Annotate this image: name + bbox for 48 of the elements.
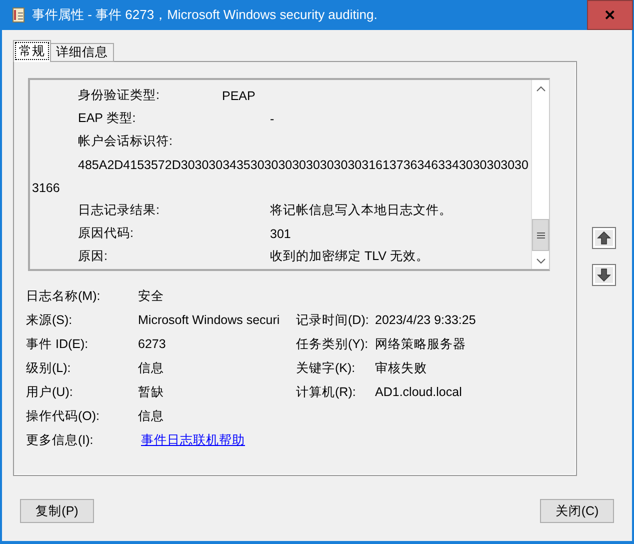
field-value: 6273	[138, 337, 167, 351]
field-label: 更多信息(I):	[26, 432, 94, 448]
close-button[interactable]: 关闭(C)	[540, 499, 614, 523]
detail-value: 301	[270, 226, 291, 240]
detail-label: 原因:	[78, 248, 108, 265]
scrollbar[interactable]	[531, 80, 549, 269]
field-label: 计算机(R):	[296, 384, 357, 400]
tab[interactable]: 常规	[13, 40, 51, 62]
field-label: 级别(L):	[26, 360, 72, 376]
down-arrow-icon	[597, 268, 611, 282]
detail-label: EAP 类型:	[78, 110, 137, 127]
detail-value: 将记帐信息写入本地日志文件。	[270, 202, 452, 219]
field-value: 审核失败	[375, 360, 428, 376]
detail-value: 收到的加密绑定 TLV 无效。	[270, 248, 429, 265]
field-value: 暂缺	[138, 384, 165, 400]
field-value: Microsoft Windows securi	[138, 313, 281, 327]
field-value: 信息	[138, 360, 165, 376]
detail-label: 日志记录结果:	[78, 202, 160, 219]
detail-value: -	[270, 112, 274, 126]
help-link[interactable]: 事件日志联机帮助	[141, 432, 245, 446]
field-label: 用户(U):	[26, 384, 74, 400]
detail-label: 原因代码:	[78, 225, 134, 242]
field-value: 网络策略服务器	[375, 336, 467, 352]
up-arrow-icon	[597, 231, 611, 245]
close-button[interactable]: ✕	[587, 0, 633, 30]
detail-value: 3166	[32, 180, 60, 194]
detail-label: 帐户会话标识符:	[78, 133, 172, 150]
field-value: AD1.cloud.local	[375, 385, 463, 399]
detail-label: 身份验证类型:	[78, 87, 160, 104]
field-value: 信息	[138, 408, 165, 424]
field-label: 操作代码(O):	[26, 408, 101, 424]
field-label: 关键字(K):	[296, 360, 356, 376]
next-button[interactable]	[592, 264, 616, 286]
field-label: 事件 ID(E):	[26, 336, 90, 352]
field-value: 2023/4/23 9:33:25	[375, 313, 477, 327]
window-title: 事件属性 - 事件 6273，Microsoft Windows security auditing.	[32, 6, 378, 24]
field-label: 来源(S):	[26, 312, 74, 328]
previous-button[interactable]	[592, 227, 616, 249]
copy-button[interactable]: 复制(P)	[20, 499, 94, 523]
field-label: 日志名称(M):	[26, 288, 102, 304]
field-label: 任务类别(Y):	[296, 336, 370, 352]
detail-value: PEAP	[222, 88, 256, 102]
scroll-thumb[interactable]	[532, 219, 549, 251]
event-log-icon	[12, 7, 26, 23]
tab[interactable]: 详细信息	[50, 43, 114, 62]
field-label: 记录时间(D):	[296, 312, 370, 328]
field-value: 安全	[138, 288, 165, 304]
detail-value: 485A2D4153572D30303034353030303030303030316137363463343030303030	[78, 158, 528, 172]
